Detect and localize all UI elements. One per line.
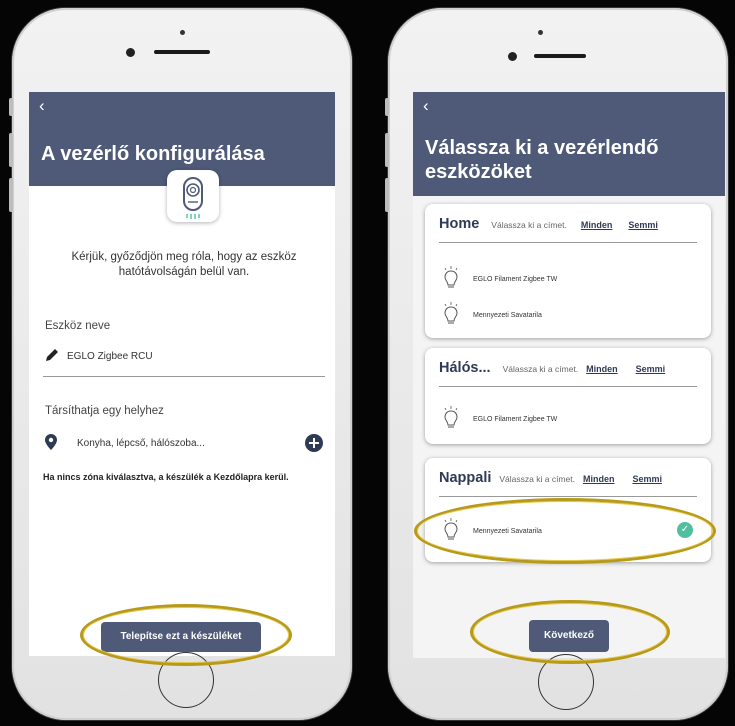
navbar: ‹ Válassza ki a vezérlendő eszközöket — [413, 92, 725, 196]
remote-control-icon — [167, 170, 219, 222]
volume-down-button — [385, 178, 389, 212]
card-divider — [439, 242, 697, 243]
card-divider — [439, 386, 697, 387]
mute-switch — [385, 98, 389, 116]
proximity-sensor — [180, 30, 185, 35]
volume-up-button — [9, 133, 13, 167]
card-divider — [439, 496, 697, 497]
select-none-link[interactable]: Semmi — [632, 474, 662, 484]
select-all-link[interactable]: Minden — [583, 474, 615, 484]
phone-frame-right: ‹ Válassza ki a vezérlendő eszközöket Ho… — [385, 8, 728, 720]
card-header: Home Válassza ki a címet. Minden Semmi — [439, 216, 701, 232]
room-name: Home — [439, 216, 480, 232]
light-bulb-icon — [443, 518, 459, 544]
room-name: Hálós... — [439, 360, 491, 376]
room-card-nappali: Nappali Válassza ki a címet. Minden Semm… — [425, 458, 711, 562]
card-header: Nappali Válassza ki a címet. Minden Semm… — [439, 470, 701, 486]
page-title-line1: Válassza ki a vezérlendő — [425, 137, 659, 159]
earpiece-speaker — [534, 54, 586, 58]
page-title: A vezérlő konfigurálása — [41, 143, 265, 165]
location-field[interactable]: Konyha, lépcső, hálószoba... — [45, 434, 205, 453]
device-name: EGLO Filament Zigbee TW — [473, 415, 558, 423]
zone-info-text: Ha nincs zóna kiválasztva, a készülék a … — [43, 472, 289, 482]
select-hint: Válassza ki a címet. — [491, 220, 567, 230]
device-row[interactable]: Mennyezeti Savatarila — [443, 302, 542, 328]
home-button — [158, 652, 214, 708]
mute-switch — [9, 98, 13, 116]
next-button[interactable]: Következő — [529, 620, 609, 652]
front-camera — [508, 52, 517, 61]
device-row[interactable]: EGLO Filament Zigbee TW — [443, 406, 557, 432]
phone-frame-left: ‹ A vezérlő konfigurálása Kérjük, győződ… — [9, 8, 352, 720]
device-name: EGLO Filament Zigbee TW — [473, 275, 558, 283]
checkmark-icon[interactable]: ✓ — [677, 522, 693, 538]
select-none-link[interactable]: Semmi — [628, 220, 658, 230]
device-row-selected[interactable]: Mennyezeti Savatarila — [443, 518, 542, 544]
volume-down-button — [9, 178, 13, 212]
light-bulb-icon — [443, 302, 459, 328]
card-header: Hálós... Válassza ki a címet. Minden Sem… — [439, 360, 701, 376]
device-row[interactable]: EGLO Filament Zigbee TW — [443, 266, 557, 292]
device-name-underline — [43, 376, 325, 377]
room-name: Nappali — [439, 470, 492, 486]
back-icon[interactable]: ‹ — [39, 97, 45, 114]
device-name-value: EGLO Zigbee RCU — [67, 351, 153, 362]
install-device-button[interactable]: Telepítse ezt a készüléket — [101, 622, 261, 652]
select-none-link[interactable]: Semmi — [636, 364, 666, 374]
volume-up-button — [385, 133, 389, 167]
home-button — [538, 654, 594, 710]
proximity-sensor — [538, 30, 543, 35]
location-label: Társíthatja egy helyhez — [45, 405, 164, 417]
device-name: Mennyezeti Savatarila — [473, 311, 542, 319]
select-all-link[interactable]: Minden — [586, 364, 618, 374]
screen-select-devices: ‹ Válassza ki a vezérlendő eszközöket Ho… — [413, 92, 725, 658]
screen-configure-controller: ‹ A vezérlő konfigurálása Kérjük, győződ… — [29, 92, 335, 656]
device-name-field[interactable]: EGLO Zigbee RCU — [45, 348, 153, 365]
room-card-home: Home Válassza ki a címet. Minden Semmi E… — [425, 204, 711, 338]
select-all-link[interactable]: Minden — [581, 220, 613, 230]
front-camera — [126, 48, 135, 57]
device-name: Mennyezeti Savatarila — [473, 527, 542, 535]
location-input[interactable]: Konyha, lépcső, hálószoba... — [77, 438, 205, 449]
back-icon[interactable]: ‹ — [423, 97, 429, 114]
light-bulb-icon — [443, 406, 459, 432]
add-location-icon[interactable] — [305, 434, 323, 457]
device-name-label: Eszköz neve — [45, 320, 111, 332]
select-hint: Válassza ki a címet. — [499, 474, 575, 484]
location-pin-icon — [45, 434, 57, 453]
light-bulb-icon — [443, 266, 459, 292]
page-title-line2: eszközöket — [425, 161, 532, 183]
range-instruction: Kérjük, győződjön meg róla, hogy az eszk… — [71, 251, 297, 278]
pencil-icon — [45, 348, 59, 365]
select-hint: Válassza ki a címet. — [502, 364, 579, 374]
room-card-haloszoba: Hálós... Válassza ki a címet. Minden Sem… — [425, 348, 711, 444]
earpiece-speaker — [154, 50, 210, 54]
